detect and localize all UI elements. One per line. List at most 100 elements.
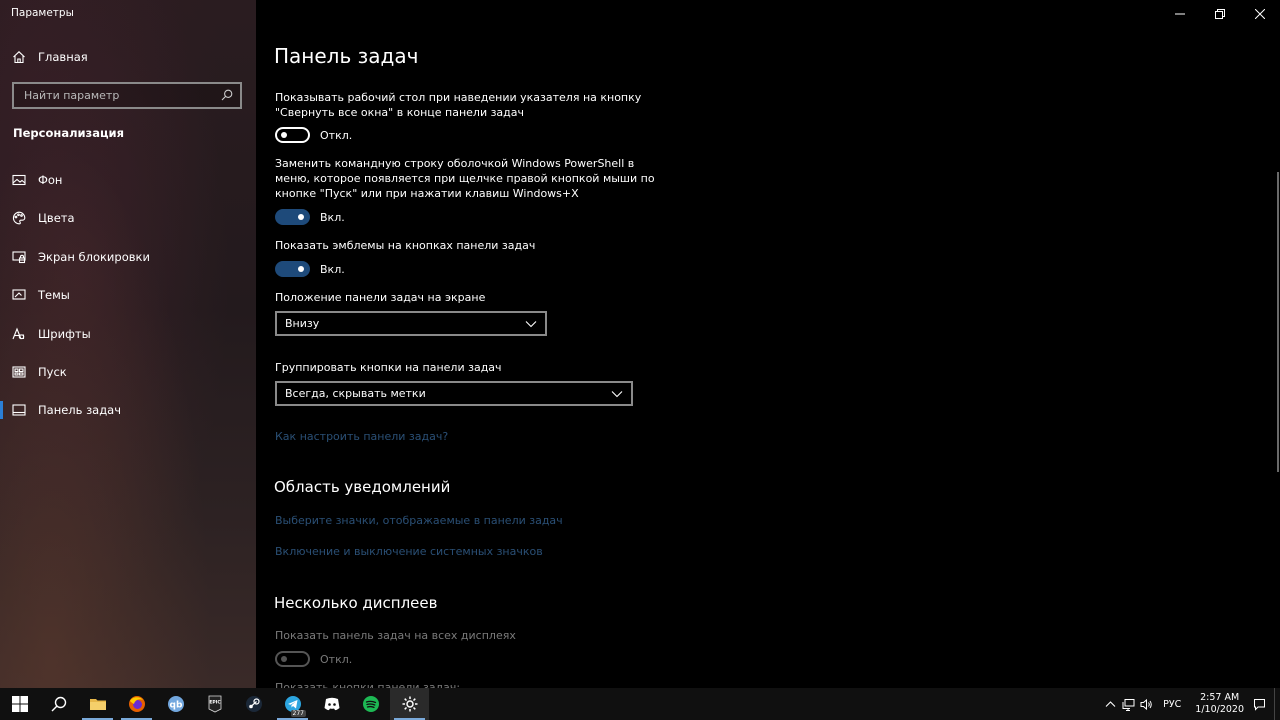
sidebar-item-taskbar[interactable]: Панель задач	[0, 393, 256, 427]
restore-icon	[1215, 9, 1225, 19]
sidebar-item-label: Шрифты	[38, 327, 91, 341]
multiple-displays-heading: Несколько дисплеев	[274, 594, 438, 612]
search-button[interactable]	[39, 688, 78, 720]
combine-select-value: Всегда, скрывать метки	[285, 387, 426, 400]
combine-select[interactable]: Всегда, скрывать метки	[275, 381, 633, 406]
scrollbar[interactable]	[1277, 172, 1279, 472]
powershell-label: Заменить командную строку оболочкой Wind…	[275, 156, 655, 201]
telegram-button[interactable]: 277	[273, 688, 312, 720]
home-icon	[12, 50, 26, 64]
sidebar-item-label: Темы	[38, 288, 70, 302]
select-icons-link[interactable]: Выберите значки, отображаемые в панели з…	[275, 514, 563, 527]
sidebar-item-background[interactable]: Фон	[0, 163, 256, 197]
chevron-down-icon	[611, 390, 623, 397]
sidebar-item-lock-screen[interactable]: Экран блокировки	[0, 240, 256, 274]
spotify-button[interactable]	[351, 688, 390, 720]
window-controls	[1160, 0, 1280, 28]
sidebar-item-label: Экран блокировки	[38, 250, 150, 264]
folder-icon	[89, 699, 106, 710]
show-on-all-displays-label: Показать панель задач на всех дисплеях	[275, 629, 516, 642]
discord-icon	[324, 697, 339, 711]
discord-button[interactable]	[312, 688, 351, 720]
nav-home-label: Главная	[38, 50, 88, 64]
badges-label: Показать эмблемы на кнопках панели задач	[275, 239, 536, 252]
steam-button[interactable]	[234, 688, 273, 720]
peek-toggle-row: Откл.	[275, 127, 352, 143]
minimize-button[interactable]	[1160, 0, 1200, 28]
powershell-label-line3: кнопке "Пуск" или при нажатии клавиш Win…	[275, 187, 579, 200]
settings-sidebar: Параметры Главная Персонализация Фон Цве…	[0, 0, 256, 688]
network-button[interactable]	[1119, 688, 1137, 720]
nav-home[interactable]: Главная	[12, 50, 88, 64]
main-content: Панель задач Показывать рабочий стол при…	[256, 0, 1280, 688]
notification-area-heading: Область уведомлений	[274, 478, 451, 496]
sidebar-item-label: Цвета	[38, 211, 75, 225]
start-icon	[12, 365, 26, 379]
show-desktop-button[interactable]	[1274, 688, 1280, 720]
palette-icon	[12, 211, 26, 225]
badges-toggle[interactable]	[275, 261, 310, 277]
taskbar-icon	[12, 403, 26, 417]
search-box[interactable]	[12, 82, 242, 109]
sidebar-item-colors[interactable]: Цвета	[0, 201, 256, 235]
spotify-icon	[362, 696, 379, 712]
settings-button[interactable]	[390, 688, 429, 720]
window-title: Параметры	[11, 7, 74, 19]
taskbar: qb EPIC 277 РУС 2:57 AM 1/10/2020	[0, 688, 1280, 720]
peek-label-line1: Показывать рабочий стол при наведении ук…	[275, 91, 642, 104]
volume-icon	[1140, 698, 1152, 710]
sidebar-item-start[interactable]: Пуск	[0, 355, 256, 389]
clock-time: 2:57 AM	[1200, 692, 1240, 703]
sidebar-item-fonts[interactable]: Шрифты	[0, 317, 256, 351]
input-language[interactable]: РУС	[1155, 699, 1189, 710]
windows-logo-icon	[11, 696, 28, 712]
clock-date: 1/10/2020	[1195, 704, 1244, 715]
minimize-icon	[1175, 13, 1185, 15]
epic-games-icon: EPIC	[208, 695, 221, 713]
powershell-toggle-state: Вкл.	[320, 210, 345, 224]
file-explorer-button[interactable]	[78, 688, 117, 720]
epic-games-button[interactable]: EPIC	[195, 688, 234, 720]
telegram-badge: 277	[290, 710, 306, 717]
network-icon	[1122, 698, 1135, 711]
svg-text:qb: qb	[169, 701, 182, 711]
peek-toggle-state: Откл.	[320, 128, 353, 142]
section-title-personalization: Персонализация	[13, 126, 124, 140]
clock[interactable]: 2:57 AM 1/10/2020	[1189, 692, 1250, 716]
start-button[interactable]	[0, 688, 39, 720]
system-icons-link[interactable]: Включение и выключение системных значков	[275, 545, 543, 558]
show-on-all-displays-toggle-row: Откл.	[275, 651, 352, 667]
chevron-down-icon	[525, 320, 537, 327]
volume-button[interactable]	[1137, 688, 1155, 720]
sidebar-item-label: Панель задач	[38, 403, 122, 417]
gear-icon	[402, 696, 417, 712]
peek-label: Показывать рабочий стол при наведении ук…	[275, 90, 641, 120]
badges-toggle-state: Вкл.	[320, 262, 345, 276]
combine-label: Группировать кнопки на панели задач	[275, 361, 502, 374]
sidebar-item-themes[interactable]: Темы	[0, 278, 256, 312]
peek-label-line2: "Свернуть все окна" в конце панели задач	[275, 106, 525, 119]
firefox-button[interactable]	[117, 688, 156, 720]
image-icon	[12, 173, 26, 187]
chevron-up-icon	[1105, 700, 1116, 707]
search-input[interactable]	[22, 88, 212, 103]
sidebar-item-label: Пуск	[38, 365, 67, 379]
customize-taskbar-link[interactable]: Как настроить панели задач?	[275, 430, 448, 443]
tray-overflow-button[interactable]	[1101, 688, 1119, 720]
action-center-button[interactable]	[1250, 688, 1268, 720]
search-icon	[51, 696, 66, 712]
peek-toggle[interactable]	[275, 127, 310, 143]
restore-button[interactable]	[1200, 0, 1240, 28]
powershell-toggle[interactable]	[275, 209, 310, 225]
show-on-all-displays-toggle[interactable]	[275, 651, 310, 667]
page-title: Панель задач	[274, 44, 419, 68]
position-select-value: Внизу	[285, 317, 320, 330]
show-buttons-label: Показать кнопки панели задач:	[275, 681, 461, 688]
position-label: Положение панели задач на экране	[275, 291, 486, 304]
search-icon[interactable]	[221, 86, 233, 105]
font-icon	[12, 327, 26, 341]
position-select[interactable]: Внизу	[275, 311, 547, 336]
close-button[interactable]	[1240, 0, 1280, 28]
qbittorrent-button[interactable]: qb	[156, 688, 195, 720]
close-icon	[1255, 9, 1265, 19]
